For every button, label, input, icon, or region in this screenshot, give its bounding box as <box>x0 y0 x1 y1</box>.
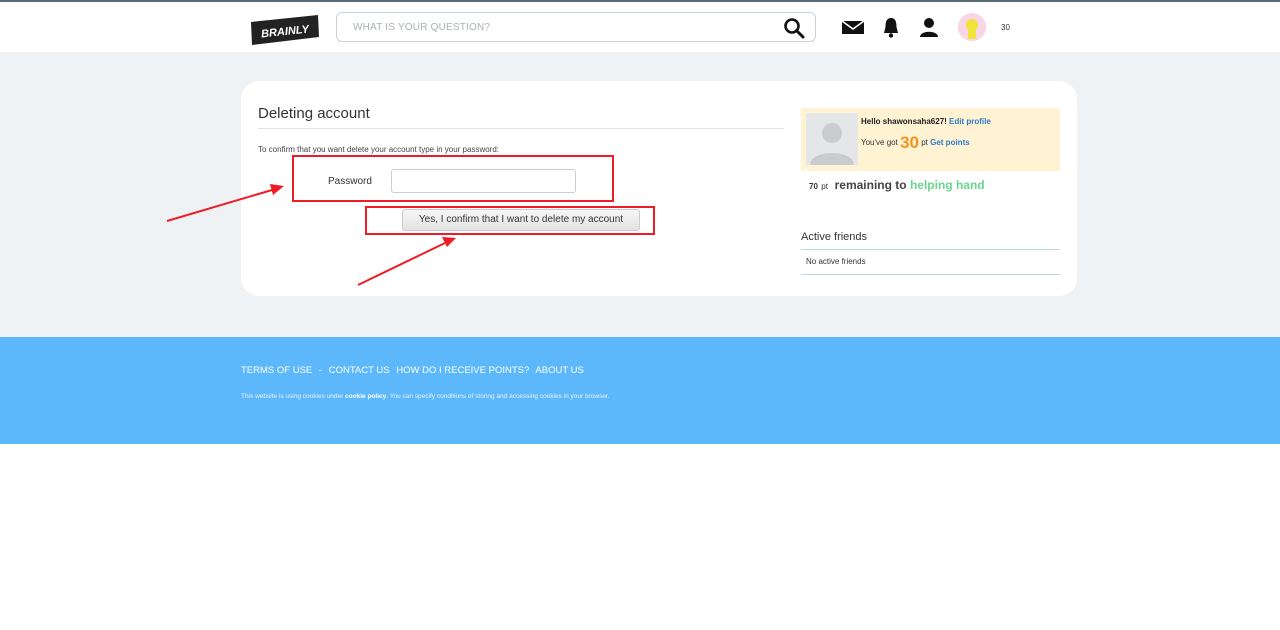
terms-of-use-link[interactable]: TERMS OF USE <box>241 365 312 376</box>
search-icon[interactable] <box>783 17 805 39</box>
avatar-image <box>958 13 986 41</box>
annotation-box-password <box>292 155 614 202</box>
title-divider <box>258 128 784 129</box>
brainly-logo[interactable]: BRAINLY <box>250 15 320 45</box>
default-avatar-icon <box>806 113 858 165</box>
remaining-unit: pt <box>821 182 828 191</box>
avatar[interactable] <box>958 13 986 41</box>
active-friends-empty: No active friends <box>806 257 866 266</box>
bell-icon[interactable] <box>879 16 903 38</box>
annotation-box-button <box>365 206 655 235</box>
contact-us-link[interactable]: CONTACT US <box>329 365 390 376</box>
header: BRAINLY WHAT IS YOUR QUESTION? 30 <box>0 2 1280 52</box>
remaining-text: remaining to <box>834 178 907 192</box>
remaining-value: 70 <box>809 182 818 191</box>
points-summary: You've got 30 pt Get points <box>861 133 970 153</box>
active-friends-title: Active friends <box>801 231 868 243</box>
search-input[interactable]: WHAT IS YOUR QUESTION? <box>353 22 490 33</box>
receive-points-link[interactable]: HOW DO I RECEIVE POINTS? <box>396 365 529 376</box>
footer <box>0 337 1280 444</box>
page-title: Deleting account <box>258 105 370 122</box>
points-value: 30 <box>900 133 919 152</box>
confirm-instructions: To confirm that you want delete your acc… <box>258 145 500 154</box>
edit-profile-link[interactable]: Edit profile <box>949 117 991 126</box>
greeting-text: Hello shawonsaha627! <box>861 117 947 126</box>
points-counter: 30 <box>1001 23 1010 32</box>
get-points-link[interactable]: Get points <box>930 138 970 147</box>
footer-links: TERMS OF USE - CONTACT US HOW DO I RECEI… <box>241 365 588 376</box>
helping-hand-rank: helping hand <box>909 178 985 192</box>
cookie-text-pre: This website is using cookies under <box>241 393 344 400</box>
remaining-points: 70 pt remaining to helping hand <box>809 178 985 192</box>
footer-separator: - <box>318 365 323 376</box>
user-icon[interactable] <box>917 16 941 38</box>
friends-divider-top <box>801 249 1060 250</box>
mail-icon[interactable] <box>841 16 865 38</box>
cookie-notice: This website is using cookies under cook… <box>241 393 610 400</box>
greeting: Hello shawonsaha627! Edit profile <box>861 117 991 126</box>
points-prefix: You've got <box>861 138 898 147</box>
search-bar[interactable]: WHAT IS YOUR QUESTION? <box>336 12 816 42</box>
cookie-policy-link[interactable]: cookie policy <box>345 393 386 400</box>
about-us-link[interactable]: ABOUT US <box>535 365 583 376</box>
profile-picture[interactable] <box>806 113 858 165</box>
cookie-text-post: . You can specify conditions of storing … <box>386 393 610 400</box>
points-unit: pt <box>921 138 928 147</box>
friends-divider-bottom <box>801 274 1060 275</box>
